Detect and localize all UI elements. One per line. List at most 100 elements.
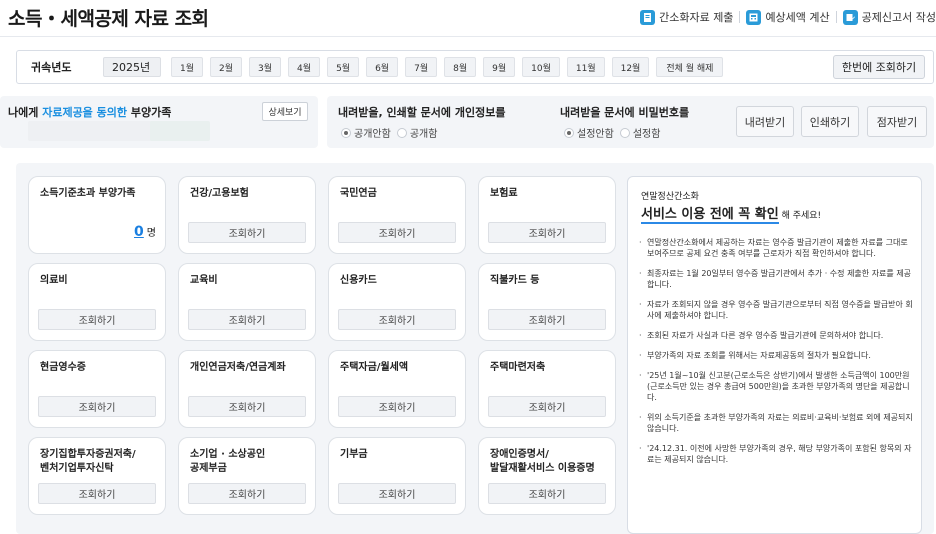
header-divider bbox=[739, 11, 741, 23]
month-button-7[interactable]: 7월 bbox=[405, 57, 438, 77]
card-donation: 기부금 조회하기 bbox=[328, 437, 466, 515]
query-button[interactable]: 조회하기 bbox=[488, 309, 606, 330]
query-button[interactable]: 조회하기 bbox=[338, 396, 456, 417]
submit-simplified-data-button[interactable]: 간소화자료 제출 bbox=[640, 9, 733, 25]
query-button[interactable]: 조회하기 bbox=[38, 483, 156, 504]
month-button-9[interactable]: 9월 bbox=[483, 57, 516, 77]
query-button[interactable]: 조회하기 bbox=[188, 309, 306, 330]
card-title: 주택마련저축 bbox=[490, 362, 546, 373]
privacy-option-title: 내려받을, 인쇄할 문서에 개인정보를 bbox=[338, 106, 506, 119]
month-button-10[interactable]: 10월 bbox=[522, 57, 560, 77]
card-title: 국민연금 bbox=[340, 188, 377, 199]
card-title: 현금영수증 bbox=[40, 362, 86, 373]
estimate-tax-label: 예상세액 계산 bbox=[765, 11, 830, 24]
query-button[interactable]: 조회하기 bbox=[488, 222, 606, 243]
notice-item: 조회된 자료가 사실과 다른 경우 영수증 발급기관에 문의하셔야 합니다. bbox=[639, 330, 917, 341]
query-button[interactable]: 조회하기 bbox=[488, 396, 606, 417]
header-divider-line bbox=[0, 36, 936, 37]
dependent-count[interactable]: 0명 bbox=[134, 224, 156, 240]
dependents-detail-button[interactable]: 상세보기 bbox=[262, 102, 308, 121]
write-deduction-form-button[interactable]: 공제신고서 작성 bbox=[842, 9, 936, 25]
privacy-show-option[interactable]: 공개함 bbox=[396, 125, 437, 140]
clear-all-months-button[interactable]: 전체 월 해제 bbox=[656, 57, 724, 77]
query-button[interactable]: 조회하기 bbox=[338, 309, 456, 330]
card-long-term-investment: 장기집합투자증권저축/ 벤처기업투자신탁 조회하기 bbox=[28, 437, 166, 515]
card-cash-receipt: 현금영수증 조회하기 bbox=[28, 350, 166, 428]
braille-button[interactable]: 점자받기 bbox=[867, 106, 927, 137]
card-title: 장기집합투자증권저축/ 벤처기업투자신탁 bbox=[40, 449, 136, 474]
form-edit-icon bbox=[842, 9, 858, 25]
notice-item: 자료가 조회되지 않을 경우 영수증 발급기관으로부터 직접 영수증을 발급받아… bbox=[639, 299, 917, 321]
radio-selected-icon bbox=[564, 127, 574, 138]
month-button-12[interactable]: 12월 bbox=[611, 57, 650, 77]
card-title: 주택자금/월세액 bbox=[340, 362, 409, 373]
month-button-5[interactable]: 5월 bbox=[327, 57, 360, 77]
month-button-3[interactable]: 3월 bbox=[249, 57, 282, 77]
card-debit-card: 직불카드 등 조회하기 bbox=[478, 263, 616, 341]
privacy-hide-option[interactable]: 공개안함 bbox=[341, 125, 391, 140]
calculator-icon bbox=[746, 9, 762, 25]
radio-icon bbox=[396, 127, 407, 138]
month-button-11[interactable]: 11월 bbox=[566, 57, 605, 77]
card-title: 의료비 bbox=[40, 275, 68, 286]
card-pension-savings: 개인연금저축/연금계좌 조회하기 bbox=[178, 350, 316, 428]
submit-simplified-data-label: 간소화자료 제출 bbox=[659, 11, 734, 24]
card-education-expense: 교육비 조회하기 bbox=[178, 263, 316, 341]
card-title: 건강/고용보험 bbox=[190, 188, 249, 199]
password-radio-group: 설정안함 설정함 bbox=[564, 125, 660, 140]
month-button-2[interactable]: 2월 bbox=[210, 57, 243, 77]
month-button-6[interactable]: 6월 bbox=[366, 57, 399, 77]
year-select[interactable]: 2025년 bbox=[103, 57, 161, 77]
page-title: 소득・세액공제 자료 조회 bbox=[8, 8, 209, 30]
radio-icon bbox=[619, 127, 630, 138]
header-actions: 간소화자료 제출 예상세액 계산 공제신고서 작성 bbox=[640, 9, 936, 25]
card-title: 신용카드 bbox=[340, 275, 377, 286]
card-title: 소기업 · 소상공인 공제부금 bbox=[190, 449, 266, 474]
notice-item: 연말정산간소화에서 제공하는 자료는 영수증 발급기관이 제출한 자료를 그대로… bbox=[639, 237, 917, 259]
card-health-employment-insurance: 건강/고용보험 조회하기 bbox=[178, 176, 316, 254]
query-button[interactable]: 조회하기 bbox=[338, 222, 456, 243]
query-button[interactable]: 조회하기 bbox=[188, 396, 306, 417]
year-filter-bar: 귀속년도 2025년 1월 2월 3월 4월 5월 6월 7월 8월 9월 10… bbox=[16, 50, 934, 84]
notice-list: 연말정산간소화에서 제공하는 자료는 영수증 발급기관이 제출한 자료를 그대로… bbox=[639, 237, 917, 474]
card-excess-income-dependents: 소득기준초과 부양가족 0명 bbox=[28, 176, 166, 254]
month-button-8[interactable]: 8월 bbox=[444, 57, 477, 77]
password-set-option[interactable]: 설정함 bbox=[619, 125, 660, 140]
password-none-option[interactable]: 설정안함 bbox=[564, 125, 614, 140]
dependent-count-value[interactable]: 0 bbox=[134, 224, 144, 240]
write-deduction-form-label: 공제신고서 작성 bbox=[861, 11, 936, 24]
password-option-title: 내려받을 문서에 비밀번호를 bbox=[560, 106, 690, 119]
print-button[interactable]: 인쇄하기 bbox=[801, 106, 859, 137]
card-medical-expense: 의료비 조회하기 bbox=[28, 263, 166, 341]
consent-highlight: 자료제공을 동의한 bbox=[42, 106, 127, 119]
card-title: 소득기준초과 부양가족 bbox=[40, 188, 136, 199]
card-national-pension: 국민연금 조회하기 bbox=[328, 176, 466, 254]
card-title: 교육비 bbox=[190, 275, 218, 286]
header-divider bbox=[835, 11, 837, 23]
dependent-chip[interactable] bbox=[150, 121, 210, 141]
card-title: 직불카드 등 bbox=[490, 275, 540, 286]
query-button[interactable]: 조회하기 bbox=[488, 483, 606, 504]
query-button[interactable]: 조회하기 bbox=[338, 483, 456, 504]
card-credit-card: 신용카드 조회하기 bbox=[328, 263, 466, 341]
radio-selected-icon bbox=[341, 127, 351, 138]
notice-item: '25년 1월~10월 신고분(근로소득은 상반기)에서 발생한 소득금액이 1… bbox=[639, 370, 917, 403]
download-button[interactable]: 내려받기 bbox=[736, 106, 794, 137]
card-title: 장애인증명서/ 발달재활서비스 이용증명 bbox=[490, 449, 595, 474]
notice-item: 최종자료는 1월 20일부터 영수증 발급기관에서 추가 · 수정 제출한 자료… bbox=[639, 268, 917, 290]
query-button[interactable]: 조회하기 bbox=[38, 309, 156, 330]
notice-subtitle: 연말정산간소화 bbox=[641, 192, 699, 202]
notice-item: 부양가족의 자료 조회를 위해서는 자료제공동의 절차가 필요합니다. bbox=[639, 350, 917, 361]
estimate-tax-button[interactable]: 예상세액 계산 bbox=[746, 9, 830, 25]
query-button[interactable]: 조회하기 bbox=[188, 222, 306, 243]
year-label: 귀속년도 bbox=[31, 61, 72, 74]
query-button[interactable]: 조회하기 bbox=[38, 396, 156, 417]
card-title: 기부금 bbox=[340, 449, 368, 460]
month-button-1[interactable]: 1월 bbox=[171, 57, 204, 77]
document-submit-icon bbox=[640, 9, 656, 25]
query-all-button[interactable]: 한번에 조회하기 bbox=[833, 55, 925, 79]
notice-heading: 서비스 이용 전에 꼭 확인 해 주세요! bbox=[641, 207, 822, 224]
card-housing-savings: 주택마련저축 조회하기 bbox=[478, 350, 616, 428]
query-button[interactable]: 조회하기 bbox=[188, 483, 306, 504]
month-button-4[interactable]: 4월 bbox=[288, 57, 321, 77]
